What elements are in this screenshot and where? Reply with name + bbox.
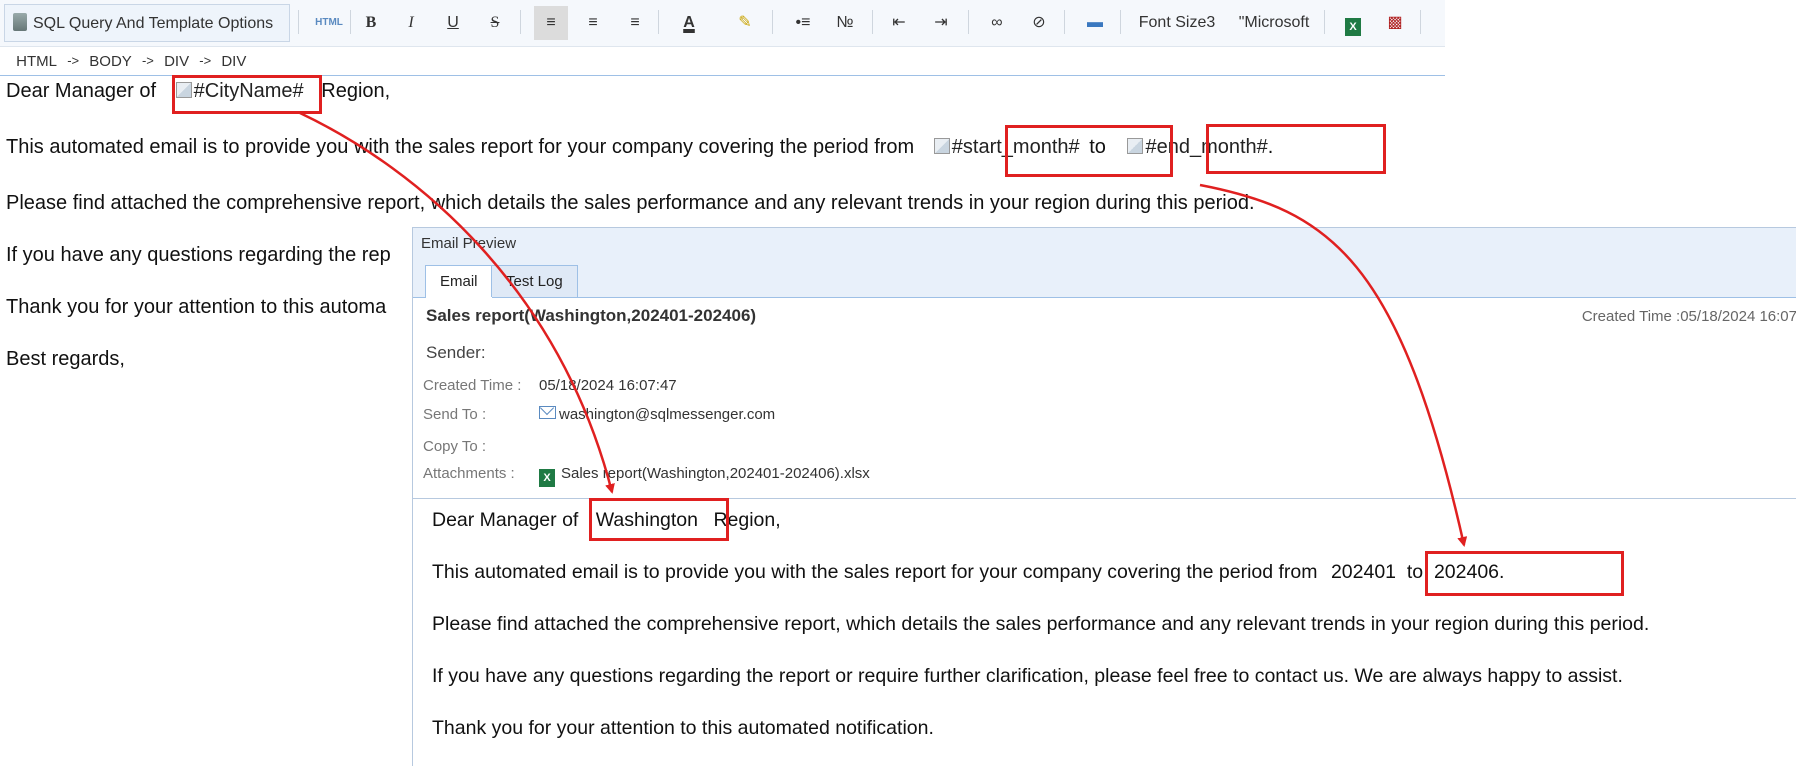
horizontal-rule-button[interactable]: ▬ [1078,6,1112,40]
envelope-icon [539,406,556,419]
outdent-icon: ⇤ [892,14,906,31]
tab-test-log[interactable]: Test Log [491,265,578,297]
email-line-attachment: Please find attached the comprehensive r… [432,613,1650,635]
numbered-list-button[interactable]: № [828,6,862,40]
toolbar-divider [658,10,659,34]
email-line-thanks: Thank you for your attention to this aut… [432,717,934,739]
email-line-questions: If you have any questions regarding the … [432,665,1623,687]
broken-image-icon [175,82,192,98]
align-left-button[interactable]: ≡ [534,6,568,40]
excel-file-icon: X [539,469,555,487]
breadcrumb-item-body[interactable]: BODY [89,48,132,76]
underline-button[interactable]: U [436,6,470,40]
editor-line-questions: If you have any questions regarding the … [6,244,391,266]
editor-line-greeting: Dear Manager of #CityName# Region, [6,80,391,103]
attachments-label: Attachments : [423,465,515,482]
copy-to-label: Copy To : [423,438,487,455]
align-right-icon: ≡ [630,14,640,31]
bullet-list-button[interactable]: •≡ [786,6,820,40]
italic-button[interactable]: I [394,6,428,40]
indent-icon: ⇥ [934,14,948,31]
tab-email[interactable]: Email [425,265,493,298]
bar-chart-icon: ▩ [1387,14,1403,31]
numbered-list-icon: № [836,14,854,31]
align-center-button[interactable]: ≡ [576,6,610,40]
attachment-link[interactable]: Sales report(Washington,202401-202406).x… [561,465,870,482]
outdent-button[interactable]: ⇤ [882,6,916,40]
unlink-icon: ⊘ [1032,14,1046,31]
sql-query-template-options-button[interactable]: SQL Query And Template Options [4,4,290,42]
toolbar-divider [1420,10,1421,34]
sender-label: Sender: [426,343,486,362]
email-line-period: This automated email is to provide you w… [432,561,1505,583]
align-center-icon: ≡ [588,14,598,31]
editor-toolbar: SQL Query And Template Options HTML B I … [0,0,1445,47]
toolbar-divider [772,10,773,34]
database-icon [13,13,27,31]
editor-line-thanks: Thank you for your attention to this aut… [6,296,387,318]
link-icon: ∞ [991,14,1003,31]
editor-line-attachment: Please find attached the comprehensive r… [6,192,1255,214]
font-color-button[interactable]: A [672,6,706,40]
email-body: Dear Manager of Washington Region, This … [413,498,1796,767]
created-time-value: 05/18/2024 16:07:47 [539,377,677,394]
toolbar-divider [872,10,873,34]
font-size-select[interactable]: Font Size3 [1132,6,1222,40]
city-value: Washington [595,509,699,531]
email-line-greeting: Dear Manager of Washington Region, [432,509,781,531]
created-time-row: Created Time : 05/18/2024 16:07:47 [423,377,677,394]
breadcrumb-separator: -> [199,53,212,68]
toolbar-divider [1120,10,1121,34]
html-mode-button[interactable]: HTML [312,6,346,40]
font-name-select[interactable]: "Microsoft [1232,6,1316,40]
send-to-row: Send To : washington@sqlmessenger.com [423,406,775,423]
highlight-icon: ✎ [738,14,752,31]
cityname-placeholder[interactable]: #CityName# [175,80,304,103]
bullet-list-icon: •≡ [795,14,811,31]
copy-to-row: Copy To : [423,438,539,455]
toolbar-divider [1324,10,1325,34]
unlink-button[interactable]: ⊘ [1022,6,1056,40]
end-month-placeholder[interactable]: #end_month# [1127,136,1268,159]
period-value: 202401 to 202406. [1330,561,1505,583]
toolbar-divider [968,10,969,34]
start-month-placeholder[interactable]: #start_month# [933,136,1080,159]
align-left-icon: ≡ [546,14,556,31]
toolbar-divider [520,10,521,34]
attachments-row: Attachments : X Sales report(Washington,20… [423,465,870,487]
horizontal-rule-icon: ▬ [1087,14,1103,31]
email-preview-title: Email Preview [413,228,1796,260]
toolbar-divider [350,10,351,34]
bold-button[interactable]: B [354,6,388,40]
send-to-label: Send To : [423,406,487,423]
strikethrough-button[interactable]: S [478,6,512,40]
editor-line-period: This automated email is to provide you w… [6,136,1274,159]
indent-button[interactable]: ⇥ [924,6,958,40]
element-breadcrumb: HTML -> BODY -> DIV -> DIV [0,47,1445,76]
breadcrumb-item-div[interactable]: DIV [164,48,189,76]
excel-icon: X [1345,18,1361,36]
align-right-button[interactable]: ≡ [618,6,652,40]
breadcrumb-separator: -> [141,53,154,68]
email-preview-tabs: Email Test Log [413,260,1796,298]
chart-button[interactable]: ▩ [1378,6,1412,40]
email-subject: Sales report(Washington,202401-202406) [426,306,757,325]
breadcrumb-separator: -> [67,53,80,68]
toolbar-divider [298,10,299,34]
created-time-label: Created Time : [423,377,522,394]
link-button[interactable]: ∞ [980,6,1014,40]
editor-line-regards: Best regards, [6,348,125,370]
broken-image-icon [1127,138,1144,154]
excel-button[interactable]: X [1336,6,1370,40]
breadcrumb-item-div-2[interactable]: DIV [221,48,246,76]
send-to-value[interactable]: washington@sqlmessenger.com [559,406,775,423]
email-preview-window: Email Preview Email Test Log Sales repor… [412,227,1796,766]
highlight-button[interactable]: ✎ [728,6,762,40]
created-time-header: Created Time :05/18/2024 16:07 [1581,308,1796,325]
toolbar-divider [1064,10,1065,34]
breadcrumb-item-html[interactable]: HTML [16,48,57,76]
broken-image-icon [933,138,950,154]
